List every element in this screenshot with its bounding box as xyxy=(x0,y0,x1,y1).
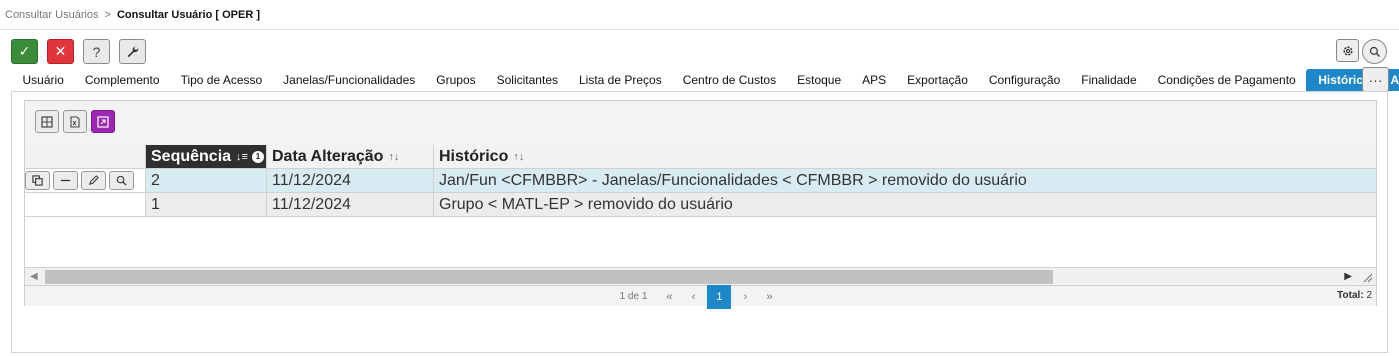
help-button[interactable]: ? xyxy=(83,39,110,64)
table-row[interactable]: 1 11/12/2024 Grupo < MATL-EP > removido … xyxy=(25,193,1376,217)
row-actions xyxy=(25,169,146,193)
next-page-button[interactable]: › xyxy=(733,291,757,303)
actions-header xyxy=(25,145,146,169)
prev-page-button[interactable]: ‹ xyxy=(681,291,705,303)
cancel-button[interactable]: ✕ xyxy=(47,39,74,64)
row-actions xyxy=(25,193,146,217)
cell-sequencia: 2 xyxy=(146,169,267,193)
search-button[interactable] xyxy=(1362,39,1387,64)
sort-icon: ↑↓ xyxy=(388,150,400,163)
view-button[interactable] xyxy=(109,171,134,190)
top-right-actions xyxy=(1336,39,1387,64)
cell-historico: Jan/Fun <CFMBBR> - Janelas/Funcionalidad… xyxy=(434,169,1376,193)
column-label: Data Alteração xyxy=(272,147,384,165)
tab-aps[interactable]: APS xyxy=(852,69,897,91)
column-header-historico[interactable]: Histórico ↑↓ xyxy=(434,145,1376,169)
tab-usuario[interactable]: Usuário xyxy=(12,69,74,91)
total-label: Total: xyxy=(1337,290,1364,301)
tab-complemento[interactable]: Complemento xyxy=(74,69,170,91)
column-header-sequencia[interactable]: Sequência ↓≡ 1 xyxy=(146,145,267,169)
tab-centro-de-custos[interactable]: Centro de Custos xyxy=(672,69,786,91)
tab-finalidade[interactable]: Finalidade xyxy=(1071,69,1147,91)
total-value: 2 xyxy=(1366,290,1372,301)
tab-solicitantes[interactable]: Solicitantes xyxy=(486,69,568,91)
close-icon: ✕ xyxy=(54,43,67,59)
current-page-button[interactable]: 1 xyxy=(707,284,732,309)
column-header-data-alteracao[interactable]: Data Alteração ↑↓ xyxy=(267,145,434,169)
empty-table-area xyxy=(25,217,1376,268)
tab-bar: Usuário Complemento Tipo de Acesso Janel… xyxy=(12,69,1399,91)
more-tabs-button[interactable]: ··· xyxy=(1362,67,1389,92)
resize-handle-icon[interactable] xyxy=(1362,272,1372,282)
settings-button[interactable] xyxy=(1336,39,1359,62)
excel-file-icon xyxy=(70,115,80,128)
main-toolbar: ✓ ✕ ? xyxy=(11,39,146,64)
horizontal-scrollbar[interactable]: ◀ ▶ xyxy=(25,268,1376,286)
copy-button[interactable] xyxy=(25,171,50,190)
search-icon xyxy=(116,175,127,186)
total-count: Total: 2 xyxy=(1337,290,1372,301)
search-icon xyxy=(1369,46,1380,57)
check-icon: ✓ xyxy=(18,43,31,59)
scroll-left-icon[interactable]: ◀ xyxy=(30,271,38,282)
scrollbar-thumb[interactable] xyxy=(45,270,1053,284)
history-grid: Sequência ↓≡ 1 Data Alteração ↑↓ Históri… xyxy=(24,100,1377,309)
tab-configuracao[interactable]: Configuração xyxy=(978,69,1070,91)
page-info: 1 de 1 xyxy=(619,291,648,302)
cell-data-alteracao: 11/12/2024 xyxy=(267,193,434,217)
breadcrumb: Consultar Usuários > Consultar Usuário [… xyxy=(0,0,1399,30)
scroll-right-icon[interactable]: ▶ xyxy=(1344,271,1352,282)
cell-sequencia: 1 xyxy=(146,193,267,217)
cell-data-alteracao: 11/12/2024 xyxy=(267,169,434,193)
tab-condicoes-de-pagamento[interactable]: Condições de Pagamento xyxy=(1147,69,1306,91)
sort-order-badge: 1 xyxy=(251,150,264,163)
tab-estoque[interactable]: Estoque xyxy=(787,69,852,91)
sort-desc-icon: ↓≡ xyxy=(236,150,248,163)
gear-icon xyxy=(1343,46,1352,55)
breadcrumb-separator: > xyxy=(104,8,111,21)
cell-historico: Grupo < MATL-EP > removido do usuário xyxy=(434,193,1376,217)
edit-button[interactable] xyxy=(81,171,106,190)
confirm-button[interactable]: ✓ xyxy=(11,39,38,64)
expand-button[interactable] xyxy=(91,110,115,133)
last-page-button[interactable]: » xyxy=(757,291,781,303)
pencil-icon xyxy=(89,175,99,185)
copy-icon xyxy=(32,175,43,186)
minus-icon xyxy=(60,179,71,182)
tools-button[interactable] xyxy=(119,39,146,64)
columns-button[interactable] xyxy=(35,110,59,133)
sort-icon: ↑↓ xyxy=(513,150,525,163)
wrench-icon xyxy=(127,45,139,58)
tab-grupos[interactable]: Grupos xyxy=(426,69,486,91)
tab-tipo-de-acesso[interactable]: Tipo de Acesso xyxy=(170,69,273,91)
tab-exportacao[interactable]: Exportação xyxy=(897,69,979,91)
export-excel-button[interactable] xyxy=(63,110,87,133)
table-header: Sequência ↓≡ 1 Data Alteração ↑↓ Históri… xyxy=(25,145,1376,169)
tab-lista-de-precos[interactable]: Lista de Preços xyxy=(569,69,673,91)
remove-button[interactable] xyxy=(53,171,78,190)
expand-icon xyxy=(97,115,109,128)
help-icon: ? xyxy=(92,43,101,60)
breadcrumb-parent[interactable]: Consultar Usuários xyxy=(5,9,99,21)
table-row[interactable]: 2 11/12/2024 Jan/Fun <CFMBBR> - Janelas/… xyxy=(25,169,1376,193)
column-label: Sequência xyxy=(151,147,232,165)
tab-janelas-funcionalidades[interactable]: Janelas/Funcionalidades xyxy=(273,69,426,91)
column-label: Histórico xyxy=(439,147,509,165)
tab-content-panel: Sequência ↓≡ 1 Data Alteração ↑↓ Históri… xyxy=(11,91,1388,353)
first-page-button[interactable]: « xyxy=(657,291,681,303)
grid-icon xyxy=(41,115,53,128)
breadcrumb-current: Consultar Usuário [ OPER ] xyxy=(116,8,261,21)
grid-toolbar xyxy=(35,110,115,133)
paginator: 1 de 1 « ‹ 1 › » Total: 2 xyxy=(25,284,1376,309)
